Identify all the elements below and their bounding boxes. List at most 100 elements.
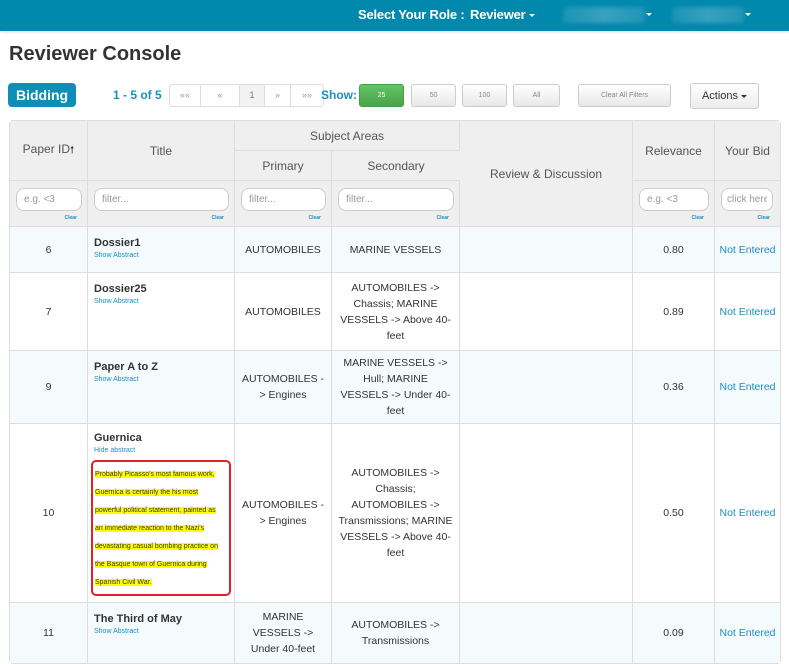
show-abstract-link[interactable]: Show Abstract	[94, 374, 228, 386]
bid-link[interactable]: Not Entered	[719, 627, 775, 639]
page-title: Reviewer Console	[9, 43, 182, 65]
header-review-discussion: Review & Discussion	[460, 121, 634, 227]
paper-id-cell: 10	[10, 424, 88, 603]
paper-title: Paper A to Z	[94, 361, 158, 373]
redacted-menu[interactable]	[563, 7, 645, 23]
paper-title: The Third of May	[94, 613, 182, 625]
show-abstract-link[interactable]: Show Abstract	[94, 296, 228, 308]
clear-filter-link[interactable]: Clear	[437, 215, 450, 221]
caret-down-icon	[528, 14, 535, 18]
bid-link[interactable]: Not Entered	[719, 507, 775, 519]
show-abstract-link[interactable]: Show Abstract	[94, 626, 228, 638]
title-filter-input[interactable]	[94, 188, 229, 211]
role-dropdown[interactable]: Reviewer	[470, 7, 535, 22]
header-subject-areas: Subject Areas	[235, 121, 461, 151]
table-row: 11 The Third of May Show Abstract MARINE…	[10, 603, 781, 663]
last-page-button[interactable]: »»	[291, 85, 323, 106]
paper-id-cell: 6	[10, 227, 88, 273]
relevance-cell: 0.50	[633, 424, 716, 603]
role-value: Reviewer	[470, 7, 526, 22]
relevance-cell: 0.36	[633, 351, 716, 424]
prev-page-button[interactable]: «	[201, 85, 240, 106]
bid-cell: Not Entered	[715, 351, 781, 424]
primary-cell: AUTOMOBILES	[235, 227, 332, 273]
bid-link[interactable]: Not Entered	[719, 244, 775, 256]
relevance-cell: 0.80	[633, 227, 716, 273]
bid-cell: Not Entered	[715, 227, 781, 273]
next-page-button[interactable]: »	[265, 85, 291, 106]
actions-dropdown[interactable]: Actions	[690, 83, 759, 109]
role-label: Select Your Role :	[358, 7, 465, 22]
primary-cell: MARINE VESSELS -> Under 40-feet	[235, 603, 332, 663]
filter-cell-primary: Clear	[235, 181, 332, 227]
filter-cell-paper-id: Clear	[10, 181, 88, 227]
review-cell	[460, 273, 634, 351]
filter-cell-relevance: Clear	[633, 181, 716, 227]
paper-id-cell: 11	[10, 603, 88, 663]
clear-filter-link[interactable]: Clear	[758, 215, 771, 221]
header-paper-id[interactable]: Paper ID🠕	[10, 121, 88, 181]
your-bid-filter-input[interactable]	[721, 188, 774, 211]
top-navbar: Select Your Role : Reviewer	[0, 0, 789, 31]
redacted-user-menu[interactable]	[672, 7, 744, 23]
title-cell: Dossier25 Show Abstract	[88, 273, 235, 351]
papers-table: Paper ID🠕 Title Subject Areas Review & D…	[9, 120, 782, 664]
page-size-100-button[interactable]: 100	[462, 84, 507, 107]
secondary-cell: AUTOMOBILES -> Transmissions	[332, 603, 461, 663]
bid-link[interactable]: Not Entered	[719, 381, 775, 393]
bid-link[interactable]: Not Entered	[719, 306, 775, 318]
title-cell: Dossier1 Show Abstract	[88, 227, 235, 273]
first-page-button[interactable]: ««	[170, 85, 201, 106]
filter-cell-secondary: Clear	[332, 181, 461, 227]
review-cell	[460, 424, 634, 603]
page-size-all-button[interactable]: All	[513, 84, 560, 107]
primary-cell: AUTOMOBILES	[235, 273, 332, 351]
pagination: «« « 1 » »»	[169, 84, 324, 107]
clear-filter-link[interactable]: Clear	[308, 215, 321, 221]
table-row: 9 Paper A to Z Show Abstract AUTOMOBILES…	[10, 351, 781, 424]
header-primary[interactable]: Primary	[235, 151, 332, 181]
bidding-badge: Bidding	[8, 83, 77, 107]
paper-title: Dossier1	[94, 237, 141, 249]
filter-cell-your-bid: Clear	[715, 181, 781, 227]
header-relevance[interactable]: Relevance	[633, 121, 716, 181]
secondary-cell: MARINE VESSELS -> Hull; MARINE VESSELS -…	[332, 351, 461, 424]
hide-abstract-link[interactable]: Hide abstract	[94, 445, 228, 457]
secondary-filter-input[interactable]	[338, 188, 454, 211]
paper-id-filter-input[interactable]	[16, 188, 82, 211]
title-cell: Paper A to Z Show Abstract	[88, 351, 235, 424]
clear-filter-link[interactable]: Clear	[692, 215, 705, 221]
relevance-cell: 0.09	[633, 603, 716, 663]
clear-filter-link[interactable]: Clear	[64, 215, 77, 221]
header-title[interactable]: Title	[88, 121, 235, 181]
caret-down-icon	[741, 94, 748, 98]
relevance-filter-input[interactable]	[639, 188, 710, 211]
filter-cell-title: Clear	[88, 181, 235, 227]
page-1-button[interactable]: 1	[240, 85, 265, 106]
primary-cell: AUTOMOBILES -> Engines	[235, 424, 332, 603]
primary-cell: AUTOMOBILES -> Engines	[235, 351, 332, 424]
primary-filter-input[interactable]	[241, 188, 326, 211]
header-secondary[interactable]: Secondary	[332, 151, 461, 181]
page-size-25-button[interactable]: 25	[359, 84, 404, 107]
abstract-highlight-box: Probably Picasso's most famous work, Gue…	[91, 460, 231, 596]
paper-title: Guernica	[94, 432, 142, 444]
sort-ascending-icon: 🠕	[70, 144, 75, 156]
table-row: 10 Guernica Hide abstract Probably Picas…	[10, 424, 781, 603]
paper-id-cell: 9	[10, 351, 88, 424]
bid-cell: Not Entered	[715, 603, 781, 663]
caret-down-icon[interactable]	[646, 13, 652, 16]
clear-all-filters-button[interactable]: Clear All Filters	[578, 84, 671, 107]
abstract-text: Probably Picasso's most famous work, Gue…	[95, 471, 218, 586]
review-cell	[460, 227, 634, 273]
page-size-50-button[interactable]: 50	[411, 84, 456, 107]
caret-down-icon[interactable]	[745, 13, 751, 16]
relevance-cell: 0.89	[633, 273, 716, 351]
review-cell	[460, 603, 634, 663]
clear-filter-link[interactable]: Clear	[211, 215, 224, 221]
header-your-bid[interactable]: Your Bid	[715, 121, 781, 181]
table-row: 6 Dossier1 Show Abstract AUTOMOBILES MAR…	[10, 227, 781, 273]
show-abstract-link[interactable]: Show Abstract	[94, 250, 228, 262]
bid-cell: Not Entered	[715, 273, 781, 351]
pagination-range: 1 - 5 of 5	[113, 88, 162, 102]
